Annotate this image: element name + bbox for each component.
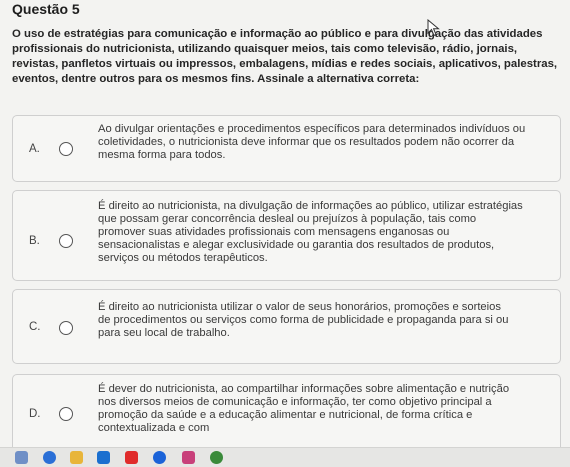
option-c-letter: C.	[29, 321, 41, 333]
browser-icon[interactable]	[43, 451, 56, 464]
option-a[interactable]: A. Ao divulgar orientações e procediment…	[12, 115, 561, 182]
option-c-text: É direito ao nutricionista utilizar o va…	[98, 301, 509, 339]
taskbar	[0, 447, 570, 467]
option-d-radio[interactable]	[59, 407, 73, 421]
option-c[interactable]: C. É direito ao nutricionista utilizar o…	[12, 289, 561, 364]
option-c-radio[interactable]	[59, 321, 73, 335]
outlook-icon[interactable]	[97, 451, 110, 464]
facebook-icon[interactable]	[153, 451, 166, 464]
mouse-cursor-icon	[427, 19, 440, 37]
option-a-letter: A.	[29, 143, 40, 155]
option-b-text: É direito ao nutricionista, na divulgaçã…	[98, 200, 523, 264]
option-b-letter: B.	[29, 235, 40, 247]
option-a-text: Ao divulgar orientações e procedimentos …	[98, 123, 526, 161]
folder-icon[interactable]	[70, 451, 83, 464]
question-title: Questão 5	[12, 1, 80, 17]
instagram-icon[interactable]	[182, 451, 195, 464]
option-d[interactable]: D. É dever do nutricionista, ao comparti…	[12, 374, 561, 454]
question-stem: O uso de estratégias para comunicação e …	[12, 28, 558, 85]
option-b-radio[interactable]	[59, 234, 73, 248]
youtube-icon[interactable]	[125, 451, 138, 464]
paint-icon[interactable]	[15, 451, 28, 464]
option-d-letter: D.	[29, 408, 41, 420]
option-d-text: É dever do nutricionista, ao compartilha…	[98, 383, 510, 434]
option-b[interactable]: B. É direito ao nutricionista, na divulg…	[12, 190, 561, 281]
chrome-icon[interactable]	[210, 451, 223, 464]
option-a-radio[interactable]	[59, 142, 73, 156]
